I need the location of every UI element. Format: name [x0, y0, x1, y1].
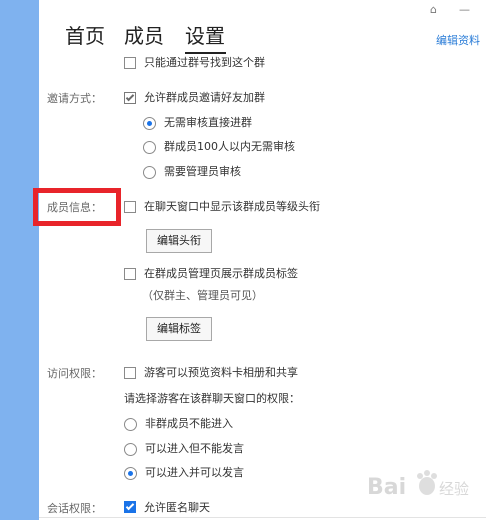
- baidu-watermark: Bai 经验: [365, 468, 477, 504]
- radio-selected-dot: [128, 471, 133, 476]
- radio-selected-dot: [147, 121, 152, 126]
- check-mark-icon: [125, 501, 135, 511]
- guest-option-label-1: 非群成员不能进入: [145, 417, 233, 430]
- minimize-icon[interactable]: —: [459, 3, 470, 17]
- invite-option-label-3: 需要管理员审核: [164, 165, 241, 178]
- allow-invite-checkbox[interactable]: [124, 92, 136, 104]
- guest-option-label-2: 可以进入但不能发言: [145, 442, 244, 455]
- edit-title-button[interactable]: 编辑头衔: [146, 229, 212, 253]
- watermark-suffix: 经验: [439, 480, 469, 498]
- guest-option-radio-1[interactable]: [124, 418, 137, 431]
- tab-settings[interactable]: 设置: [185, 24, 225, 48]
- group-settings-panel: [39, 0, 486, 520]
- guest-option-label-3: 可以进入并可以发言: [145, 466, 244, 479]
- visit-section-label: 访问权限：: [47, 367, 102, 380]
- invite-option-radio-2[interactable]: [143, 141, 156, 154]
- home-icon[interactable]: ⌂: [430, 3, 437, 17]
- tags-visibility-note: （仅群主、管理员可见）: [142, 289, 263, 302]
- member-info-section-label: 成员信息：: [47, 201, 102, 214]
- show-member-tags-label: 在群成员管理页展示群成员标签: [144, 267, 298, 280]
- invite-option-radio-1[interactable]: [143, 117, 156, 130]
- invite-option-radio-3[interactable]: [143, 166, 156, 179]
- tab-members[interactable]: 成员: [124, 24, 164, 48]
- edit-tags-button[interactable]: 编辑标签: [146, 317, 212, 341]
- active-tab-underline: [185, 52, 226, 54]
- session-section-label: 会话权限：: [47, 502, 102, 515]
- only-by-number-label: 只能通过群号找到这个群: [144, 56, 265, 69]
- guest-option-radio-3[interactable]: [124, 467, 137, 480]
- check-mark-icon: [125, 92, 135, 102]
- show-level-title-label: 在聊天窗口中显示该群成员等级头衔: [144, 200, 320, 213]
- guest-preview-label: 游客可以预览资料卡相册和共享: [144, 366, 298, 379]
- guest-option-radio-2[interactable]: [124, 443, 137, 456]
- show-member-tags-checkbox[interactable]: [124, 268, 136, 280]
- invite-option-label-2: 群成员100人以内无需审核: [164, 140, 295, 153]
- only-by-number-checkbox[interactable]: [124, 57, 136, 69]
- edit-profile-link[interactable]: 编辑资料: [436, 34, 480, 48]
- tab-home[interactable]: 首页: [65, 24, 105, 48]
- baidu-paw-icon: Bai 经验: [367, 470, 469, 500]
- watermark-text: Bai: [367, 475, 406, 500]
- allow-invite-label: 允许群成员邀请好友加群: [144, 91, 265, 104]
- guest-preview-checkbox[interactable]: [124, 367, 136, 379]
- anonymous-chat-label: 允许匿名聊天: [144, 501, 210, 514]
- anonymous-chat-checkbox[interactable]: [124, 501, 136, 513]
- show-level-title-checkbox[interactable]: [124, 201, 136, 213]
- guest-permission-prompt: 请选择游客在该群聊天窗口的权限：: [124, 392, 300, 405]
- invite-section-label: 邀请方式：: [47, 92, 102, 105]
- invite-option-label-1: 无需审核直接进群: [164, 116, 252, 129]
- left-sidebar-strip: [0, 0, 39, 520]
- bottom-divider: [39, 517, 486, 518]
